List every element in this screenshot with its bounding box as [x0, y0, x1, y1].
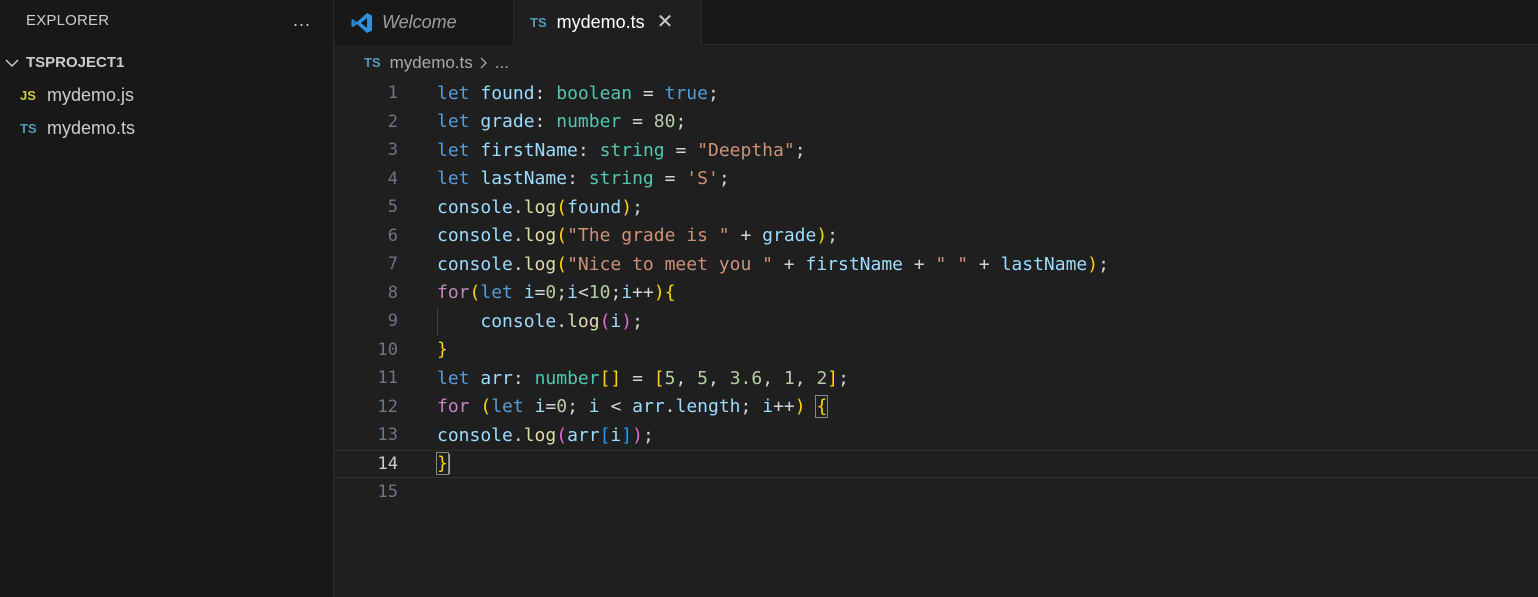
- line-number: 11: [377, 368, 398, 389]
- code-text: console.log("Nice to meet you " + firstN…: [437, 253, 1109, 275]
- ts-file-icon: TS: [20, 121, 37, 136]
- more-actions-icon[interactable]: ...: [293, 11, 311, 29]
- code-text: let lastName: string = 'S';: [437, 168, 730, 190]
- line-number: 14: [377, 453, 398, 474]
- line-number: 6: [387, 225, 398, 246]
- tab-label: Welcome: [382, 12, 457, 32]
- code-text: console.log("The grade is " + grade);: [437, 225, 839, 247]
- file-item-mydemo-ts[interactable]: TS mydemo.ts: [0, 112, 333, 145]
- code-text: let grade: number = 80;: [437, 111, 687, 133]
- code-line: 13 console.log(arr[i]);: [334, 421, 1538, 450]
- code-line: 4 let lastName: string = 'S';: [334, 165, 1538, 194]
- line-number: 4: [387, 168, 398, 189]
- line-number: 13: [377, 425, 398, 446]
- code-line: 15: [334, 478, 1538, 507]
- code-line: 2 let grade: number = 80;: [334, 108, 1538, 137]
- line-number: 10: [377, 339, 398, 360]
- code-text: console.log(arr[i]);: [437, 424, 654, 446]
- code-line: 9 console.log(i);: [334, 307, 1538, 336]
- line-number: 1: [387, 83, 398, 104]
- file-item-mydemo-js[interactable]: JS mydemo.js: [0, 79, 333, 112]
- code-text: let found: boolean = true;: [437, 82, 719, 104]
- explorer-title: EXPLORER: [26, 11, 110, 29]
- file-label: mydemo.js: [47, 85, 135, 105]
- ts-file-icon: TS: [364, 55, 381, 70]
- code-line: 11 let arr: number[] = [5, 5, 3.6, 1, 2]…: [334, 364, 1538, 393]
- code-line: 1 let found: boolean = true;: [334, 79, 1538, 108]
- close-icon[interactable]: ✕: [657, 12, 674, 32]
- tab-welcome[interactable]: Welcome: [334, 0, 514, 45]
- chevron-right-icon: [480, 57, 487, 68]
- code-text: console.log(i);: [480, 310, 643, 332]
- editor-area: Welcome TS mydemo.ts ✕ TS mydemo.ts ... …: [334, 0, 1538, 597]
- js-file-icon: JS: [20, 88, 36, 103]
- code-text: let firstName: string = "Deeptha";: [437, 139, 806, 161]
- code-line: 10 }: [334, 336, 1538, 365]
- line-number: 5: [387, 197, 398, 218]
- line-number: 8: [387, 282, 398, 303]
- code-line: 12 for (let i=0; i < arr.length; i++) {: [334, 393, 1538, 422]
- line-number: 3: [387, 140, 398, 161]
- breadcrumb-file[interactable]: mydemo.ts: [390, 53, 473, 73]
- folder-tsproject1[interactable]: TSPROJECT1: [0, 46, 333, 79]
- tab-mydemo-ts[interactable]: TS mydemo.ts ✕: [514, 0, 702, 45]
- chevron-down-icon: [5, 58, 19, 67]
- code-editor[interactable]: 1 let found: boolean = true; 2 let grade…: [334, 79, 1538, 507]
- breadcrumb: TS mydemo.ts ...: [334, 45, 1538, 80]
- line-number: 2: [387, 111, 398, 132]
- code-line: 7 console.log("Nice to meet you " + firs…: [334, 250, 1538, 279]
- code-text: }: [437, 339, 448, 361]
- code-line: 6 console.log("The grade is " + grade);: [334, 222, 1538, 251]
- code-text: console.log(found);: [437, 196, 643, 218]
- line-number: 7: [387, 254, 398, 275]
- line-number: 12: [377, 396, 398, 417]
- code-line: 5 console.log(found);: [334, 193, 1538, 222]
- text-cursor: [447, 454, 450, 475]
- tab-bar: Welcome TS mydemo.ts ✕: [334, 0, 1538, 45]
- code-line: 3 let firstName: string = "Deeptha";: [334, 136, 1538, 165]
- vscode-logo-icon: [351, 12, 372, 33]
- explorer-sidebar: EXPLORER ... TSPROJECT1 JS mydemo.js TS …: [0, 0, 334, 597]
- code-text: for (let i=0; i < arr.length; i++) {: [437, 395, 829, 419]
- line-number: 15: [377, 482, 398, 503]
- explorer-header: EXPLORER ...: [0, 0, 333, 40]
- code-line: 8 for(let i=0;i<10;i++){: [334, 279, 1538, 308]
- ts-file-icon: TS: [530, 14, 547, 30]
- breadcrumb-symbol[interactable]: ...: [495, 53, 509, 73]
- code-text: let arr: number[] = [5, 5, 3.6, 1, 2];: [437, 367, 849, 389]
- code-text: for(let i=0;i<10;i++){: [437, 282, 676, 304]
- tab-label: mydemo.ts: [556, 11, 645, 32]
- folder-label: TSPROJECT1: [26, 54, 125, 71]
- file-label: mydemo.ts: [47, 118, 136, 138]
- line-number: 9: [387, 311, 398, 332]
- code-line-current: 14 }: [334, 449, 1538, 478]
- code-text: }: [436, 452, 450, 476]
